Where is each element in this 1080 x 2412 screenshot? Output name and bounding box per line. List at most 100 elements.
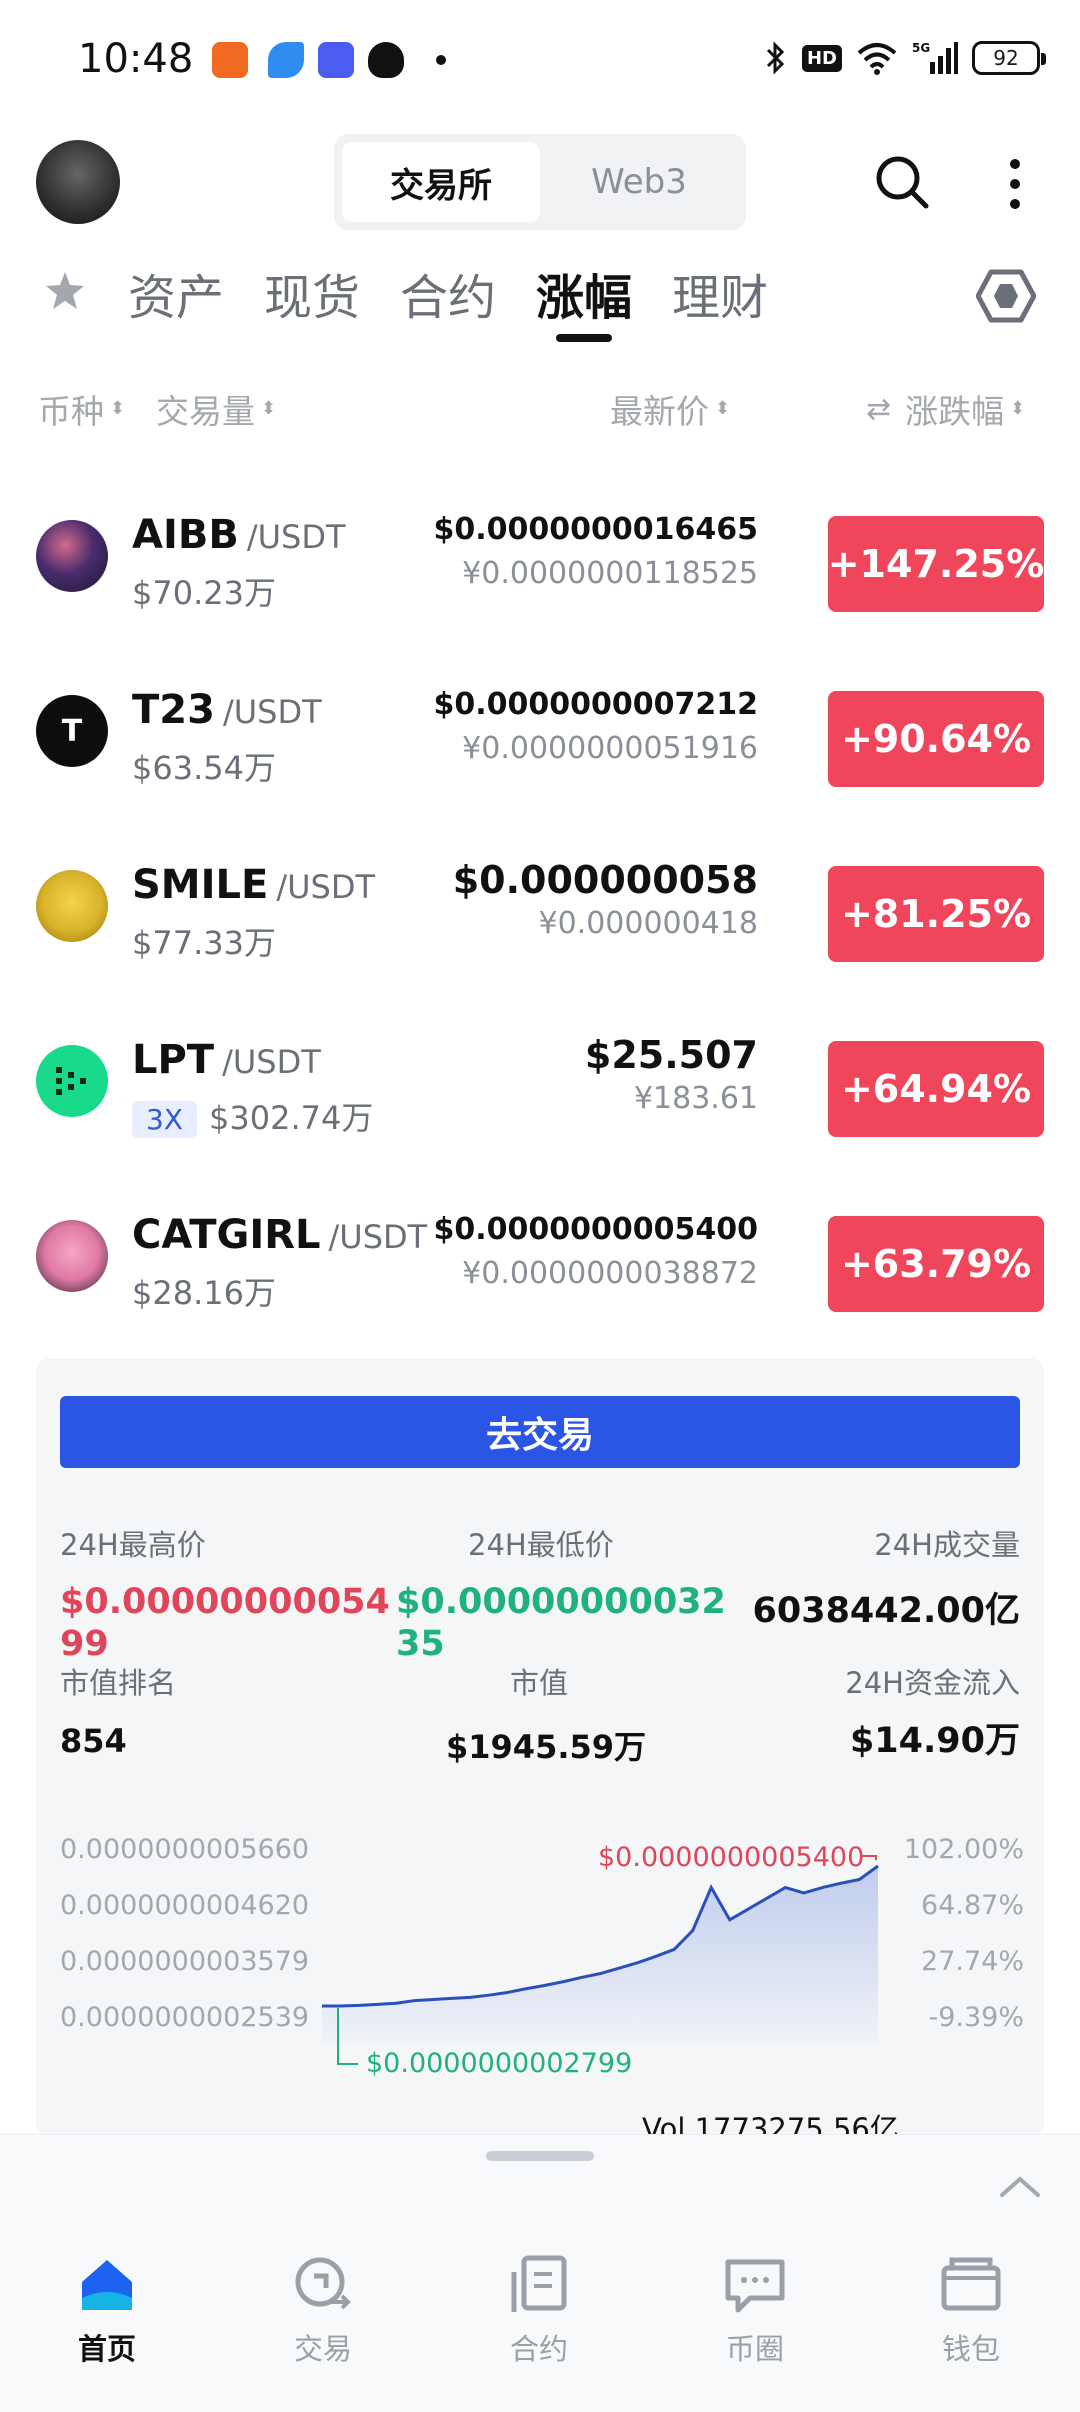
price-cny: ¥0.0000000051916 — [462, 731, 758, 766]
tab-gainers[interactable]: 涨幅 — [536, 258, 632, 328]
sort-arrows-icon: ⬍ — [110, 398, 126, 419]
chart-area-fill — [322, 1865, 878, 2044]
price-cny: ¥0.000000418 — [538, 906, 759, 941]
bottom-nav: 首页 交易 合约 币圈 钱包 — [0, 2230, 1080, 2412]
market-tabs: 资产 现货 合约 涨幅 理财 — [0, 250, 1080, 350]
nav-home-label: 首页 — [77, 2332, 136, 2366]
coin-volume: $70.23万 — [132, 574, 276, 612]
market-cap-rank-label: 市值排名 — [60, 1666, 177, 1700]
nav-home[interactable]: 首页 — [32, 2252, 182, 2368]
change-badge[interactable]: +81.25% — [828, 866, 1044, 962]
nav-contract-label: 合约 — [509, 2332, 568, 2366]
tab-futures[interactable]: 合约 — [400, 258, 496, 328]
battery-icon: 92 — [972, 41, 1046, 75]
sort-arrows-icon: ⬍ — [715, 398, 731, 419]
high-24h-label: 24H最高价 — [60, 1528, 206, 1562]
chart-low-marker: $0.0000000002799 — [366, 2048, 633, 2079]
column-coin-label: 币种 — [38, 392, 104, 431]
nav-trade-label: 交易 — [293, 2332, 352, 2366]
tab-earn[interactable]: 理财 — [672, 258, 768, 328]
go-trade-button[interactable]: 去交易 — [60, 1396, 1020, 1468]
price-area-chart — [322, 1855, 879, 2065]
coin-volume: $28.16万 — [132, 1274, 276, 1312]
nav-wallet-label: 钱包 — [941, 2332, 1000, 2366]
wallet-icon — [941, 2257, 1001, 2311]
dot-icon — [436, 55, 446, 65]
leverage-badge: 3X — [132, 1101, 197, 1138]
volume-24h-label: 24H成交量 — [874, 1528, 1020, 1562]
market-row[interactable]: T T23/USDT $63.54万 $0.0000000007212 ¥0.0… — [0, 675, 1080, 835]
nav-wallet[interactable]: 钱包 — [896, 2252, 1046, 2368]
settings-hexagon-icon[interactable] — [976, 266, 1036, 326]
low-24h-value-cont: 35 — [396, 1624, 445, 1664]
price-cny: ¥183.61 — [633, 1081, 758, 1116]
column-volume-label: 交易量 — [156, 392, 255, 431]
coin-quote: /USDT — [328, 1218, 428, 1256]
market-row[interactable]: LPT/USDT 3X $302.74万 $25.507 ¥183.61 +64.… — [0, 1025, 1080, 1185]
nav-contract[interactable]: 合约 — [464, 2252, 614, 2368]
column-price-label: 最新价 — [610, 392, 709, 431]
coin-symbol-row: CATGIRL/USDT — [132, 1212, 427, 1258]
wifi-icon — [857, 43, 897, 75]
bluetooth-icon — [766, 41, 785, 75]
smile-coin-icon — [36, 870, 108, 942]
chart-high-marker: $0.0000000005400 — [598, 1842, 865, 1873]
coin-symbol-row: AIBB/USDT — [132, 512, 346, 558]
t23-coin-icon: T — [36, 695, 108, 767]
market-row[interactable]: CATGIRL/USDT $28.16万 $0.0000000005400 ¥0… — [0, 1200, 1080, 1360]
tab-exchange[interactable]: 交易所 — [342, 142, 540, 222]
change-badge[interactable]: +64.94% — [828, 1041, 1044, 1137]
tab-spot[interactable]: 现货 — [264, 258, 360, 328]
app-notification-icon — [268, 42, 304, 78]
coin-detail-panel: 去交易 24H最高价 $0.00000000054 99 24H最低价 $0.0… — [36, 1358, 1044, 2138]
coin-symbol: SMILE — [132, 862, 269, 908]
coin-symbol-row: T23/USDT — [132, 687, 322, 733]
tab-web3[interactable]: Web3 — [540, 142, 738, 222]
coin-volume: $302.74万 — [209, 1099, 374, 1137]
sort-change[interactable]: ⇄ 涨跌幅 ⬍ — [866, 385, 1026, 433]
avatar[interactable] — [36, 140, 120, 224]
drag-handle[interactable] — [486, 2151, 594, 2161]
price-usd: $0.000000058 — [452, 858, 758, 902]
signal-icon: 5G — [912, 41, 958, 74]
price-usd: $0.0000000016465 — [433, 512, 758, 547]
app-notification-icon — [318, 42, 354, 78]
market-row[interactable]: SMILE/USDT $77.33万 $0.000000058 ¥0.00000… — [0, 850, 1080, 1010]
price-usd: $0.0000000005400 — [433, 1212, 758, 1247]
column-headers: 币种 ⬍ 交易量 ⬍ 最新价 ⬍ ⇄ 涨跌幅 ⬍ — [0, 385, 1080, 435]
sort-price[interactable]: 最新价 ⬍ — [610, 385, 731, 433]
change-badge[interactable]: +63.79% — [828, 1216, 1044, 1312]
sort-arrows-icon: ⬍ — [1010, 398, 1026, 419]
nav-trade[interactable]: 交易 — [248, 2252, 398, 2368]
price-chart[interactable]: 0.0000000005660 0.0000000004620 0.000000… — [36, 1834, 1044, 2138]
market-row[interactable]: AIBB/USDT $70.23万 $0.0000000016465 ¥0.00… — [0, 500, 1080, 660]
nav-community[interactable]: 币圈 — [680, 2252, 830, 2368]
low-24h-value: $0.00000000032 — [396, 1582, 726, 1622]
trade-icon — [295, 2257, 351, 2310]
lpt-coin-icon — [36, 1045, 108, 1117]
tab-assets[interactable]: 资产 — [128, 258, 224, 328]
inflow-24h-label: 24H资金流入 — [845, 1666, 1020, 1700]
search-icon[interactable] — [872, 152, 932, 212]
swap-icon[interactable]: ⇄ — [866, 392, 891, 427]
price-cny: ¥0.0000000118525 — [462, 556, 758, 591]
coin-symbol: LPT — [132, 1037, 215, 1083]
high-24h-value: $0.00000000054 — [60, 1582, 390, 1622]
more-icon[interactable] — [1000, 154, 1030, 214]
aibb-coin-icon — [36, 520, 108, 592]
sort-volume[interactable]: 交易量 ⬍ — [156, 385, 277, 433]
market-cap-value: $1945.59万 — [446, 1728, 647, 1766]
community-icon — [725, 2259, 785, 2313]
favorites-star-icon[interactable] — [44, 270, 86, 312]
change-badge[interactable]: +147.25% — [828, 516, 1044, 612]
change-badge[interactable]: +90.64% — [828, 691, 1044, 787]
high-24h-value-cont: 99 — [60, 1624, 109, 1664]
sort-arrows-icon: ⬍ — [261, 398, 277, 419]
sort-coin[interactable]: 币种 ⬍ — [38, 385, 126, 433]
market-cap-label: 市值 — [510, 1666, 569, 1700]
coin-symbol: T23 — [132, 687, 215, 733]
catgirl-coin-icon — [36, 1220, 108, 1292]
chevron-up-icon[interactable] — [998, 2171, 1042, 2201]
hd-icon: HD — [801, 44, 842, 72]
column-change-label: 涨跌幅 — [905, 392, 1005, 431]
